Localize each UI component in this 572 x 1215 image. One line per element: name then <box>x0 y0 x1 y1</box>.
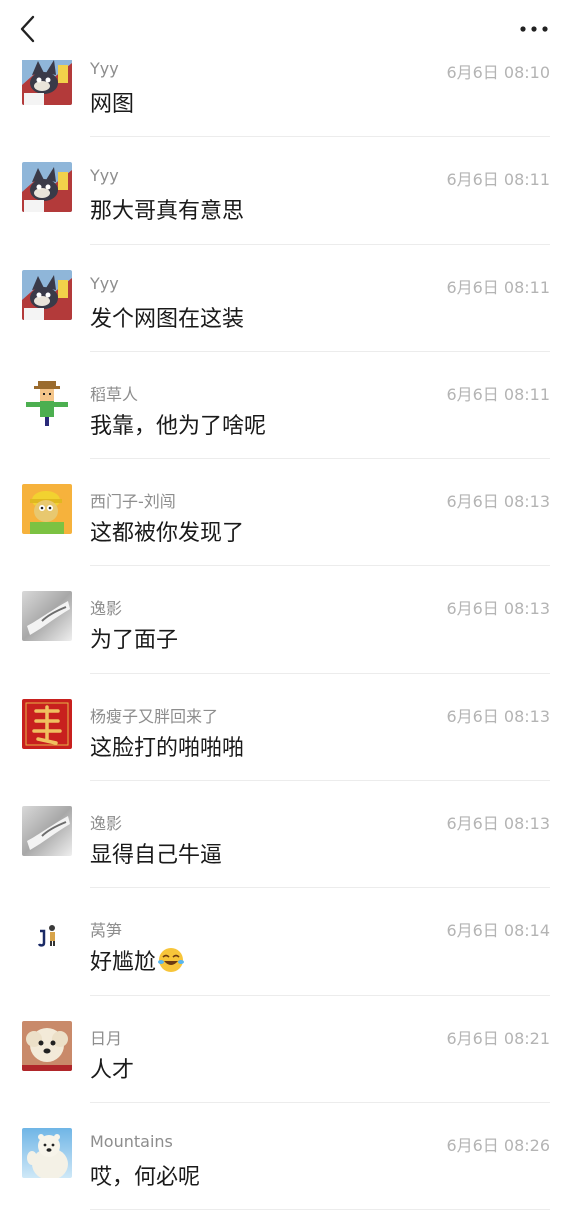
message-text-content: 那大哥真有意思 <box>90 199 245 225</box>
message-text: 网图 <box>90 86 134 118</box>
list-item[interactable]: Yyy 6月6日 08:11 那大哥真有意思 <box>0 137 572 245</box>
message-text-content: 好尴尬 <box>90 950 157 976</box>
message-time: 6月6日 08:13 <box>446 706 550 726</box>
message-text: 显得自己牛逼 <box>90 837 222 869</box>
message-text: 好尴尬 <box>90 944 185 976</box>
message-time: 6月6日 08:13 <box>446 814 550 834</box>
list-item[interactable]: 逸影 6月6日 08:13 为了面子 <box>0 566 572 674</box>
sender-name: Yyy <box>90 59 119 78</box>
red-seal-avatar[interactable] <box>22 698 72 749</box>
message-text: 人才 <box>90 1052 134 1084</box>
cat-avatar[interactable] <box>22 269 72 320</box>
message-text: 发个网图在这装 <box>90 301 244 333</box>
sender-name: Mountains <box>90 1131 173 1151</box>
divider <box>90 1209 550 1211</box>
sender-name: 杨瘦子又胖回来了 <box>90 706 219 726</box>
list-item[interactable]: 西门子-刘闯 6月6日 08:13 这都被你发现了 <box>0 459 572 567</box>
message-text-content: 哎，何必呢 <box>90 1164 201 1190</box>
cat-avatar[interactable] <box>22 162 72 213</box>
worker-avatar[interactable] <box>22 484 72 535</box>
polar-bear-avatar[interactable] <box>22 1127 72 1178</box>
message-text: 这脸打的啪啪啪 <box>90 730 244 762</box>
message-time: 6月6日 08:13 <box>446 599 550 619</box>
list-item[interactable]: 莴笋 6月6日 08:14 好尴尬 <box>0 888 572 996</box>
list-item[interactable]: 杨瘦子又胖回来了 6月6日 08:13 这脸打的啪啪啪 <box>0 674 572 782</box>
sender-name: 西门子-刘闯 <box>90 492 176 512</box>
sender-name: 逸影 <box>90 814 123 834</box>
sender-name: Yyy <box>90 273 119 293</box>
message-text-content: 为了面子 <box>90 628 179 654</box>
message-text: 我靠，他为了啥呢 <box>90 408 266 440</box>
more-button[interactable] <box>518 14 550 44</box>
message-text: 那大哥真有意思 <box>90 193 244 225</box>
message-time: 6月6日 08:11 <box>446 170 550 190</box>
message-time: 6月6日 08:14 <box>446 921 550 941</box>
message-text-content: 显得自己牛逼 <box>90 843 223 869</box>
scarecrow-avatar[interactable] <box>22 376 72 427</box>
message-list: Yyy 6月6日 08:10 网图 Yyy 6月6日 08:11 那大哥真有意思… <box>0 30 572 1211</box>
message-text-content: 我靠，他为了啥呢 <box>90 413 267 439</box>
message-text-content: 网图 <box>90 92 135 117</box>
cat-avatar[interactable] <box>22 55 72 105</box>
message-text-content: 发个网图在这装 <box>90 306 245 332</box>
list-item[interactable]: 逸影 6月6日 08:13 显得自己牛逼 <box>0 781 572 889</box>
message-text-content: 这都被你发现了 <box>90 521 245 547</box>
message-text: 这都被你发现了 <box>90 515 244 547</box>
list-item[interactable]: 日月 6月6日 08:21 人才 <box>0 996 572 1103</box>
hand-photo-avatar[interactable] <box>22 591 72 642</box>
message-time: 6月6日 08:13 <box>446 492 550 512</box>
sender-name: Yyy <box>90 166 119 186</box>
message-text: 为了面子 <box>90 622 178 654</box>
sender-name: 莴笋 <box>90 921 123 941</box>
sender-name: 逸影 <box>90 599 123 619</box>
message-time: 6月6日 08:11 <box>446 277 550 297</box>
message-time: 6月6日 08:10 <box>446 63 550 82</box>
more-horizontal-icon <box>520 26 548 32</box>
back-button[interactable] <box>16 14 44 44</box>
list-item[interactable]: 稻草人 6月6日 08:11 我靠，他为了啥呢 <box>0 352 572 460</box>
dog-avatar[interactable] <box>22 1020 72 1071</box>
laugh-cry-emoji-icon <box>158 948 185 973</box>
message-text: 哎，何必呢 <box>90 1159 200 1191</box>
chevron-left-icon <box>20 15 35 43</box>
message-time: 6月6日 08:11 <box>446 384 550 404</box>
sender-name: 稻草人 <box>90 384 139 404</box>
list-item[interactable]: Yyy 6月6日 08:11 发个网图在这装 <box>0 245 572 352</box>
top-bar <box>0 0 572 60</box>
small-figure-avatar[interactable] <box>22 913 72 964</box>
message-text-content: 人才 <box>90 1057 135 1083</box>
list-item[interactable]: Mountains 6月6日 08:26 哎，何必呢 <box>0 1103 572 1211</box>
sender-name: 日月 <box>90 1028 123 1048</box>
message-text-content: 这脸打的啪啪啪 <box>90 735 245 761</box>
message-time: 6月6日 08:26 <box>446 1135 550 1155</box>
message-time: 6月6日 08:21 <box>446 1028 550 1048</box>
hand-photo-avatar[interactable] <box>22 806 72 857</box>
